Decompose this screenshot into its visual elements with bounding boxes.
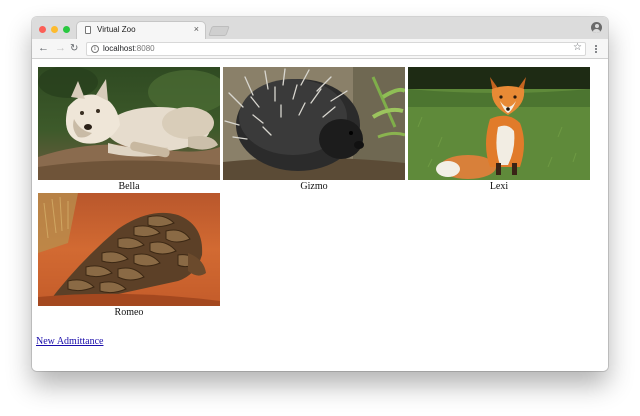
animal-name: Romeo [114,307,144,318]
animal-name: Gizmo [300,181,328,192]
animal-name: Bella [118,181,140,192]
new-admittance-link[interactable]: New Admittance [36,336,103,348]
white-wolf-photo [38,67,220,180]
maximize-window-button[interactable] [63,26,70,33]
browser-window: Virtual Zoo × ← → ↻ i localhost:8080 ☆ B… [32,17,608,371]
pangolin-photo [38,193,220,306]
close-tab-icon[interactable]: × [194,24,199,35]
new-tab-button[interactable] [208,26,230,36]
url-text: localhost:8080 [103,44,155,54]
reload-icon[interactable]: ↻ [70,42,78,55]
close-window-button[interactable] [39,26,46,33]
url-host: localhost [103,44,135,53]
tab-bar: Virtual Zoo × [32,17,608,39]
bookmark-star-icon[interactable]: ☆ [573,41,582,54]
red-fox-photo [408,67,590,180]
address-bar[interactable]: i localhost:8080 [86,42,586,56]
animal-name: Lexi [489,181,509,192]
tab-title: Virtual Zoo [97,25,136,34]
porcupine-photo [223,67,405,180]
profile-icon[interactable] [591,22,602,33]
document-icon [85,26,91,34]
forward-arrow-icon[interactable]: → [55,42,66,55]
browser-toolbar: ← → ↻ i localhost:8080 ☆ [32,39,608,59]
info-icon[interactable]: i [91,45,99,53]
tab-virtual-zoo[interactable]: Virtual Zoo × [76,21,206,39]
minimize-window-button[interactable] [51,26,58,33]
kebab-menu-icon[interactable] [595,45,598,54]
url-port: :8080 [134,44,155,53]
back-arrow-icon[interactable]: ← [38,42,49,55]
page-content: Bella Gizmo Lexi Romeo New Admittance [32,59,608,371]
